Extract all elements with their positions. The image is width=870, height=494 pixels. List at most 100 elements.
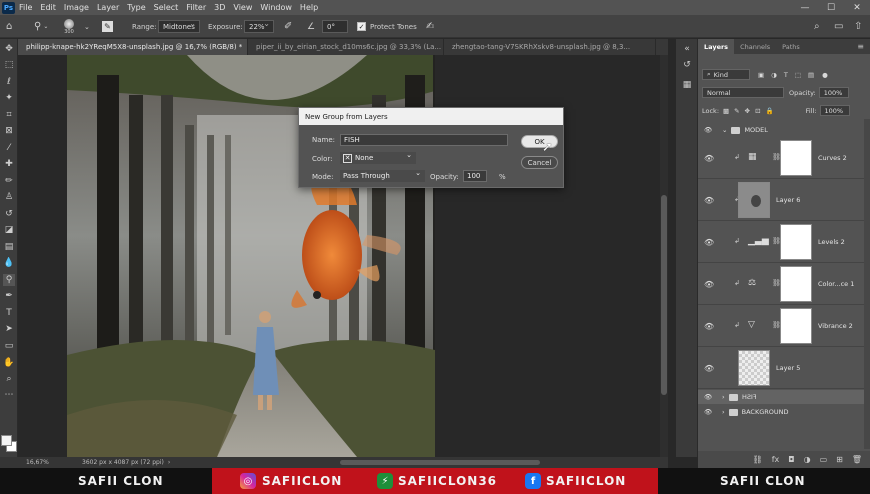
color-select[interactable]: ✕ None ⌄ [340,151,416,164]
eye-icon[interactable]: 👁 [704,126,718,134]
foreground-color-swatch[interactable] [1,435,12,446]
chevron-down-icon[interactable]: ⌄ [722,126,727,134]
transparent-thumbnail[interactable] [738,350,770,386]
angle-input[interactable]: 0° [322,15,348,38]
chevron-right-icon[interactable]: › [722,408,725,416]
path-select-icon[interactable]: ➤ [3,323,15,335]
adjustment-layer-icon[interactable]: ◑ [804,455,811,464]
minimize-button[interactable]: — [792,3,818,13]
close-window-button[interactable]: ✕ [844,3,870,13]
chevron-right-icon[interactable]: › [722,393,725,401]
layer-color-balance[interactable]: 👁 ↲ ⚖ ⛓ Color...ce 1 [698,264,864,305]
filter-smart-icon[interactable]: ▤ [808,71,814,79]
layer-vibrance[interactable]: 👁 ↲ ▽ ⛓ Vibrance 2 [698,306,864,347]
healing-brush-icon[interactable]: ✚ [3,158,15,170]
eye-icon[interactable]: 👁 [704,196,714,205]
menu-type[interactable]: Type [127,3,145,12]
home-icon[interactable]: ⌂ [6,15,12,38]
layers-scrollbar[interactable] [864,119,870,449]
add-mask-icon[interactable]: ◘ [788,455,794,464]
eraser-tool-icon[interactable]: ◪ [3,224,15,236]
link-layers-icon[interactable]: ⛓ [753,455,763,464]
document-size[interactable]: 3602 px x 4087 px (72 ppi) [82,459,164,466]
layer-mask-thumbnail[interactable] [780,224,812,260]
tab-zhengtao[interactable]: zhengtao-tang-V7SKRhXskv8-unsplash.jpg @… [444,39,656,55]
eye-icon[interactable]: 👁 [704,393,718,401]
tab-layers[interactable]: Layers [698,39,735,54]
eye-icon[interactable]: 👁 [704,408,718,416]
cancel-button[interactable]: Cancel [521,156,558,169]
brush-dropdown-icon[interactable]: ⌄ [84,15,90,38]
fill-input[interactable]: 100% [819,105,850,116]
layer-levels[interactable]: 👁 ↲ ▁▃▅ ⛓ Levels 2 [698,222,864,263]
layer-mask-thumbnail[interactable] [780,140,812,176]
history-icon[interactable]: ↺ [681,59,693,71]
filter-shape-icon[interactable]: ⬚ [795,71,801,79]
eye-icon[interactable]: 👁 [704,280,714,289]
search-icon[interactable]: ⌕ [814,15,820,38]
zoom-level[interactable]: 16,67% [26,459,66,466]
brush-size-picker[interactable]: 300 [64,15,74,38]
brush-tool-icon[interactable]: ✏ [3,175,15,187]
lock-paint-icon[interactable]: ✎ [734,107,739,115]
eye-icon[interactable]: 👁 [704,154,714,163]
fx-icon[interactable]: fx [772,455,780,464]
lasso-tool-icon[interactable]: ℓ [3,76,15,88]
gradient-tool-icon[interactable]: ▤ [3,241,15,253]
more-tools-icon[interactable]: ⋯ [3,389,15,401]
eye-icon[interactable]: 👁 [704,238,714,247]
dodge-tool-icon[interactable]: ⚲ ⌄ [34,15,48,38]
brush-settings-icon[interactable]: ✎ [102,15,113,38]
lock-pixels-icon[interactable]: ▩ [723,107,729,115]
crop-tool-icon[interactable]: ⌗ [3,109,15,121]
exposure-input[interactable]: 22% [244,15,274,38]
dodge-tool-icon[interactable]: ⚲ [3,274,15,286]
lock-all-icon[interactable]: 🔒 [766,107,774,115]
new-group-icon[interactable]: ▭ [820,455,828,464]
frame-tool-icon[interactable]: ⊠ [3,125,15,137]
tab-philipp[interactable]: philipp-knape-hk2YReqM5X8-unsplash.jpg @… [18,39,248,55]
menu-select[interactable]: Select [154,3,179,12]
layer-5[interactable]: 👁 Layer 5 [698,348,864,389]
clone-stamp-icon[interactable]: ♙ [3,191,15,203]
menu-view[interactable]: View [233,3,252,12]
menu-layer[interactable]: Layer [97,3,119,12]
layer-group-fish[interactable]: 👁 › FISH [698,390,864,404]
eyedropper-tool-icon[interactable]: ⁄ [3,142,15,154]
airbrush-icon[interactable]: ✐ [284,15,292,38]
collapse-panels-icon[interactable]: « [681,43,693,55]
layer-mask-thumbnail[interactable] [780,266,812,302]
restore-button[interactable]: ☐ [818,3,844,13]
menu-window[interactable]: Window [260,3,292,12]
blur-tool-icon[interactable]: 💧 [3,257,15,269]
canvas-vertical-scrollbar[interactable] [660,55,668,457]
blend-mode-select[interactable]: Normal [702,87,784,98]
share-icon[interactable]: ⇧ [854,15,862,38]
new-layer-icon[interactable]: ⊞ [836,455,843,464]
pressure-size-icon[interactable]: ✍ [426,15,434,38]
menu-help[interactable]: Help [300,3,318,12]
zoom-tool-icon[interactable]: ⌕ [3,373,15,385]
move-tool-icon[interactable]: ✥ [3,43,15,55]
scrollbar-thumb[interactable] [661,195,667,395]
filter-toggle-icon[interactable]: ● [822,71,828,79]
layer-opacity-input[interactable]: 100% [818,87,849,98]
opacity-input[interactable]: 100 [463,170,487,182]
rectangle-tool-icon[interactable]: ▭ [3,340,15,352]
menu-image[interactable]: Image [64,3,89,12]
marquee-tool-icon[interactable]: ⬚ [3,59,15,71]
menu-3d[interactable]: 3D [214,3,225,12]
filter-type-icon[interactable]: T [784,71,788,79]
menu-filter[interactable]: Filter [186,3,206,12]
eye-icon[interactable]: 👁 [704,322,714,331]
properties-icon[interactable]: ▦ [681,79,693,91]
protect-tones-checkbox[interactable]: ✓ Protect Tones [357,15,417,38]
delete-layer-icon[interactable]: 🗑 [852,455,862,464]
layer-6[interactable]: 👁 ↲ Layer 6 [698,180,864,221]
mode-select[interactable]: Pass Through ⌄ [340,169,425,182]
hand-tool-icon[interactable]: ✋ [3,357,15,369]
close-panel-icon[interactable]: ≡ [857,42,864,51]
filter-kind-select[interactable]: ⌕ Kind [702,69,750,80]
eye-icon[interactable]: 👁 [704,364,714,373]
workspace-icon[interactable]: ▭ [834,15,843,38]
